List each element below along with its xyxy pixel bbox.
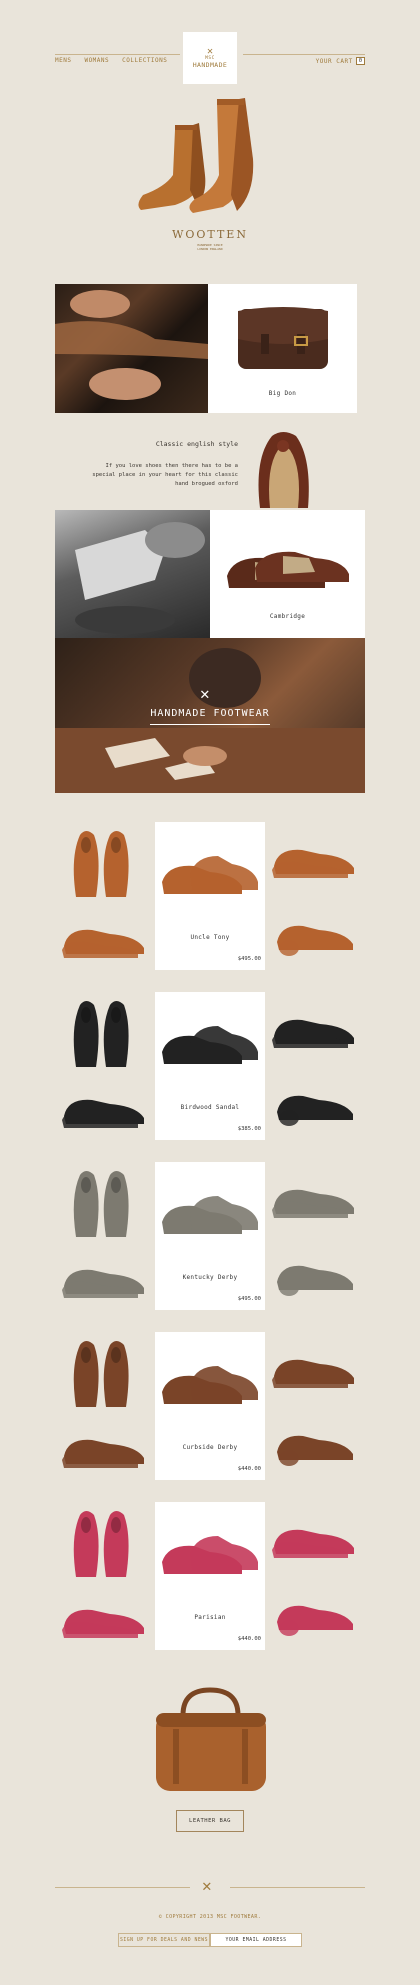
product-side-view-right-bottom — [277, 1435, 353, 1466]
banner-cross-icon: ✕ — [200, 684, 210, 703]
product-pair-side-view-left — [62, 1099, 144, 1128]
product-side-view-right-top — [272, 1189, 354, 1218]
footer-line-left — [55, 1887, 190, 1888]
product-pair-top-view — [73, 1171, 129, 1237]
product-side-view-right-bottom — [277, 1265, 353, 1296]
product-pair-top-view — [73, 1341, 129, 1407]
product-side-view-right-bottom — [277, 1095, 353, 1126]
brand-name: WOOTTEN — [172, 228, 248, 241]
leather-bag-button[interactable]: LEATHER BAG — [176, 1810, 244, 1832]
product-row: Uncle Tony $495.00 — [0, 822, 420, 972]
product-card[interactable]: Uncle Tony $495.00 — [155, 822, 265, 970]
cambridge-name: Cambridge — [269, 613, 306, 620]
classic-text-block: Classic english style If you love shoes … — [70, 440, 238, 489]
brand-subtitle-2: LONDON ENGLAND — [197, 247, 223, 251]
logo[interactable]: ✕ MSC HANDMADE — [183, 32, 237, 84]
product-pair-side-view-left — [62, 929, 144, 958]
footer-line-right — [230, 1887, 365, 1888]
footer-cross-icon: ✕ — [202, 1876, 212, 1895]
email-input[interactable]: YOUR EMAIL ADDRESS — [210, 1933, 302, 1947]
product-main-image — [162, 1026, 258, 1064]
cart-link[interactable]: YOUR CART 0 — [316, 57, 365, 65]
product-price: $495.00 — [237, 1296, 261, 1302]
product-pair-top-view — [73, 831, 129, 897]
product-pair-side-view-left — [62, 1609, 144, 1638]
product-main-image — [162, 1536, 258, 1574]
header-line-left — [55, 54, 180, 55]
product-side-view-right-top — [272, 1359, 354, 1388]
product-card[interactable]: Parisian $440.00 — [155, 1502, 265, 1650]
brand-block: WOOTTEN HANDMADE SINCE LONDON ENGLAND — [160, 228, 260, 251]
nav-mens[interactable]: MENS — [55, 57, 71, 64]
cart-count-badge: 0 — [355, 57, 365, 65]
product-pair-top-view — [73, 1511, 129, 1577]
product-side-view-right-bottom — [277, 1605, 353, 1636]
product-pair-side-view-left — [62, 1439, 144, 1468]
main-nav: MENS WOMANS COLLECTIONS — [55, 57, 167, 64]
hero-boots-image — [135, 95, 285, 220]
product-pair-side-view-left — [62, 1269, 144, 1298]
logo-main-text: HANDMADE — [192, 60, 228, 69]
product-name: Kentucky Derby — [182, 1274, 238, 1281]
big-don-card[interactable]: Big Don — [208, 284, 357, 413]
shoemaker-photo — [55, 510, 210, 638]
product-main-image — [162, 1196, 258, 1234]
product-main-image — [162, 1366, 258, 1404]
product-price: $440.00 — [237, 1466, 261, 1472]
classic-line-3: hand brogued oxford — [175, 481, 238, 487]
big-don-bag-image — [238, 307, 328, 369]
product-side-view-right-top — [272, 1529, 354, 1558]
product-card[interactable]: Kentucky Derby $495.00 — [155, 1162, 265, 1310]
nav-collections[interactable]: COLLECTIONS — [122, 57, 167, 64]
product-pair-top-view — [73, 1001, 129, 1067]
big-don-name: Big Don — [268, 390, 297, 397]
newsletter-signup: SIGN UP FOR DEALS AND NEWS YOUR EMAIL AD… — [118, 1933, 302, 1947]
product-side-view-right-top — [272, 1019, 354, 1048]
nav-womans[interactable]: WOMANS — [84, 57, 109, 64]
product-card[interactable]: Birdwood Sandal $385.00 — [155, 992, 265, 1140]
product-price: $440.00 — [237, 1636, 261, 1642]
cambridge-shoes-image — [227, 551, 349, 588]
cart-label: YOUR CART — [315, 57, 353, 65]
product-name: Uncle Tony — [190, 934, 230, 941]
product-price: $495.00 — [237, 956, 261, 962]
product-row: Curbside Derby $440.00 — [0, 1332, 420, 1482]
handmade-footwear-banner[interactable]: ✕ HANDMADE FOOTWEAR — [55, 638, 365, 793]
product-side-view-right-bottom — [277, 925, 353, 956]
classic-line-2: special place in your heart for this cla… — [92, 472, 238, 478]
product-name: Curbside Derby — [182, 1444, 238, 1451]
logo-cross-icon: ✕ — [206, 45, 214, 57]
banner-underline — [150, 724, 270, 725]
brogue-shoe-image — [250, 428, 316, 508]
classic-title: Classic english style — [155, 440, 238, 448]
product-name: Birdwood Sandal — [180, 1104, 240, 1111]
product-row: Parisian $440.00 — [0, 1502, 420, 1652]
product-row: Kentucky Derby $495.00 — [0, 1162, 420, 1312]
classic-line-1: If you love shoes then there has to be a — [105, 463, 238, 469]
banner-title: HANDMADE FOOTWEAR — [150, 708, 270, 719]
product-side-view-right-top — [272, 849, 354, 878]
product-name: Parisian — [194, 1614, 226, 1621]
product-card[interactable]: Curbside Derby $440.00 — [155, 1332, 265, 1480]
header: MENS WOMANS COLLECTIONS ✕ MSC HANDMADE Y… — [0, 0, 420, 90]
product-price: $385.00 — [237, 1126, 261, 1132]
craft-hands-photo — [55, 284, 208, 413]
leather-bag-image — [148, 1685, 273, 1795]
product-row: Birdwood Sandal $385.00 — [0, 992, 420, 1142]
footer-copyright: © COPYRIGHT 2013 MSC FOOTWEAR. — [158, 1914, 262, 1920]
signup-label: SIGN UP FOR DEALS AND NEWS — [118, 1933, 210, 1947]
header-line-right — [243, 54, 365, 55]
cambridge-card[interactable]: Cambridge — [210, 510, 365, 638]
product-main-image — [162, 856, 258, 894]
